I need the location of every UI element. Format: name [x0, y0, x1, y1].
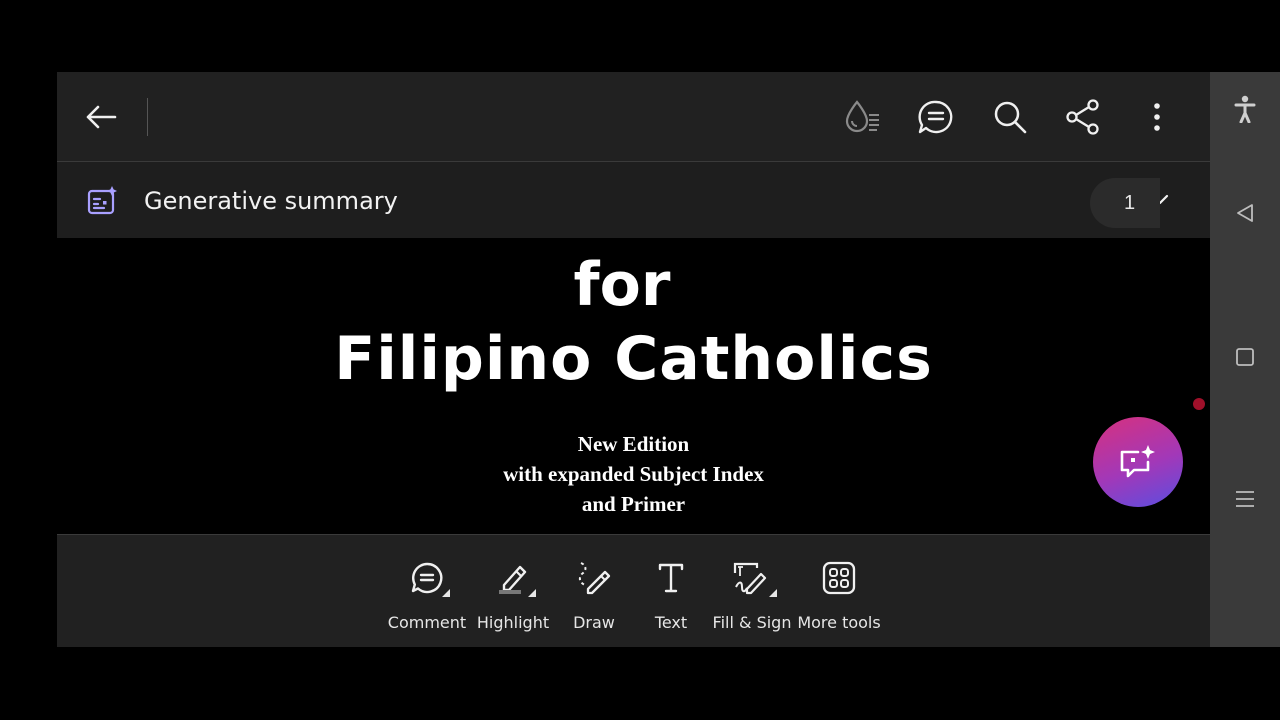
home-square-icon[interactable]	[1232, 344, 1258, 370]
generative-summary-bar[interactable]: Generative summary	[57, 163, 1210, 238]
pdf-viewer-app: Generative summary for Filipino Catholic…	[57, 72, 1210, 647]
back-arrow-icon[interactable]	[79, 97, 123, 137]
tool-fill-sign[interactable]: Fill & Sign	[713, 535, 791, 647]
tool-comment[interactable]: Comment	[387, 535, 467, 647]
tool-label: More tools	[797, 613, 881, 632]
back-triangle-icon[interactable]	[1232, 200, 1258, 226]
submenu-indicator	[769, 589, 777, 597]
page-number: 1	[1124, 191, 1136, 214]
submenu-indicator	[442, 589, 450, 597]
tool-label: Highlight	[476, 613, 550, 632]
screen: Generative summary for Filipino Catholic…	[0, 0, 1280, 720]
fill-sign-icon	[733, 561, 777, 597]
tool-draw[interactable]: Draw	[559, 535, 629, 647]
liquid-mode-icon[interactable]	[841, 97, 885, 137]
draw-icon	[576, 561, 612, 595]
page-number-indicator[interactable]: 1	[1090, 178, 1160, 228]
text-icon	[656, 561, 686, 595]
generative-summary-label: Generative summary	[144, 187, 398, 215]
document-title-line2: Filipino Catholics	[334, 324, 933, 394]
tool-highlight[interactable]: Highlight	[473, 535, 553, 647]
tool-text[interactable]: Text	[641, 535, 701, 647]
system-navigation-bar	[1210, 72, 1280, 647]
document-subtitle-line2: with expanded Subject Index	[503, 462, 764, 486]
tool-label: Comment	[387, 613, 467, 632]
tool-label: Draw	[573, 613, 615, 632]
more-tools-icon	[822, 561, 856, 595]
document-subtitle-line1: New Edition	[577, 432, 690, 456]
recents-icon[interactable]	[1232, 486, 1258, 512]
document-page[interactable]: for Filipino Catholics New Edition with …	[57, 238, 1210, 534]
ai-chat-sparkle-icon	[1120, 445, 1155, 478]
comment-icon	[410, 561, 450, 597]
tool-label: Text	[654, 613, 688, 632]
notification-dot	[1193, 398, 1205, 410]
comments-list-icon[interactable]	[914, 97, 958, 137]
search-icon[interactable]	[988, 97, 1032, 137]
share-icon[interactable]	[1061, 97, 1105, 137]
document-title-line1: for	[573, 250, 671, 320]
top-toolbar	[57, 72, 1210, 162]
submenu-indicator	[528, 589, 536, 597]
toolbar-divider	[147, 98, 148, 136]
generative-summary-icon	[87, 185, 119, 217]
document-subtitle-line3: and Primer	[581, 492, 686, 516]
more-options-icon[interactable]	[1135, 97, 1179, 137]
tool-label: Fill & Sign	[712, 613, 792, 632]
highlight-icon	[496, 561, 536, 597]
accessibility-icon[interactable]	[1230, 94, 1260, 124]
ai-assistant-button[interactable]	[1093, 417, 1183, 507]
bottom-tools-bar: Comment Highlight Draw Text Fill & Sign …	[57, 534, 1210, 647]
tool-more-tools[interactable]: More tools	[797, 535, 881, 647]
